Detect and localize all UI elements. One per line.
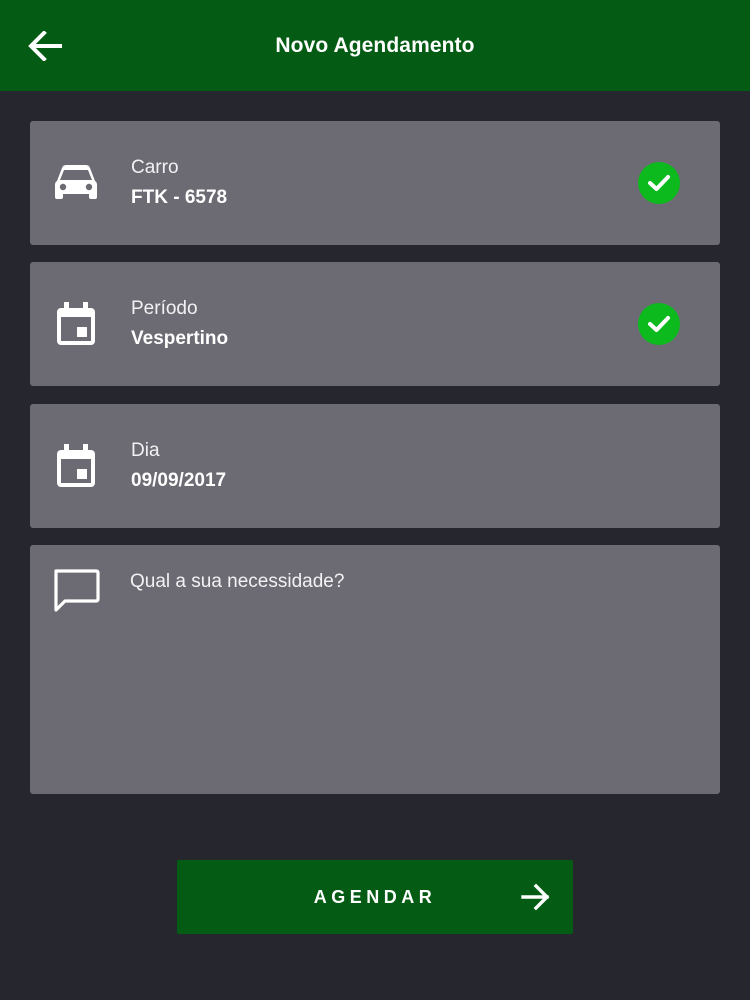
car-select-card[interactable]: Carro FTK - 6578: [30, 121, 720, 245]
check-icon: [638, 303, 680, 345]
schedule-button[interactable]: AGENDAR: [177, 860, 573, 934]
schedule-button-label: AGENDAR: [313, 886, 437, 907]
need-input[interactable]: [130, 571, 700, 781]
calendar-icon: [52, 442, 100, 490]
car-label: Carro: [131, 157, 179, 178]
page-title: Novo Agendamento: [275, 33, 475, 57]
arrow-right-icon: [521, 882, 551, 912]
back-button[interactable]: [22, 24, 68, 68]
period-value: Vespertino: [131, 328, 229, 349]
app-bar: Novo Agendamento: [0, 0, 750, 91]
car-value: FTK - 6578: [131, 187, 228, 208]
check-icon: [638, 162, 680, 204]
need-card: [30, 545, 720, 794]
calendar-icon: [52, 300, 100, 348]
day-select-card[interactable]: Dia 09/09/2017: [30, 404, 720, 528]
car-icon: [52, 159, 100, 207]
day-label: Dia: [131, 440, 160, 461]
arrow-left-icon: [28, 31, 62, 61]
period-label: Período: [131, 298, 198, 319]
day-value: 09/09/2017: [131, 470, 227, 491]
chat-bubble-icon: [52, 567, 100, 615]
period-select-card[interactable]: Período Vespertino: [30, 262, 720, 386]
